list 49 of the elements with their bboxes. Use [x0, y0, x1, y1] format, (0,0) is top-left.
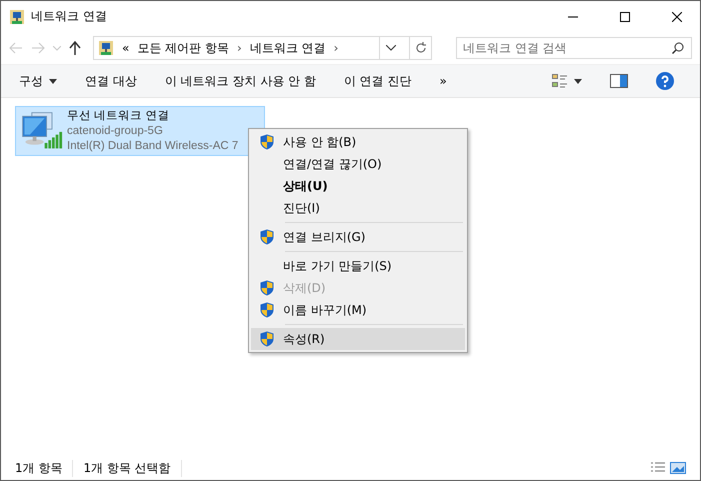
command-button[interactable]: 연결 대상	[75, 68, 147, 94]
command-button[interactable]: 이 연결 진단	[334, 68, 422, 94]
menu-item[interactable]: 바로 가기 만들기(S)	[251, 255, 465, 277]
menu-item[interactable]: 진단(I)	[251, 197, 465, 219]
menu-item[interactable]: 이름 바꾸기(M)	[251, 299, 465, 321]
caret-icon	[49, 78, 57, 84]
close-icon	[672, 12, 682, 22]
shield-icon	[260, 280, 274, 296]
menu-item[interactable]: 연결 브리지(G)	[251, 226, 465, 248]
details-view-icon	[650, 462, 666, 474]
breadcrumb-separator[interactable]: ›	[334, 41, 338, 55]
preview-pane-icon	[610, 74, 628, 88]
address-bar[interactable]: « 모든 제어판 항목 › 네트워크 연결 ›	[93, 36, 432, 60]
maximize-icon	[620, 12, 630, 22]
shield-icon	[260, 134, 274, 150]
shield-icon	[260, 229, 274, 245]
shield-icon	[260, 302, 274, 318]
large-icons-view-button[interactable]	[670, 462, 686, 474]
menu-item[interactable]: 연결/연결 끊기(O)	[251, 153, 465, 175]
refresh-icon	[414, 42, 426, 54]
shield-icon	[260, 331, 274, 347]
command-button[interactable]: 이 네트워크 장치 사용 안 함	[154, 68, 326, 94]
breadcrumb[interactable]: 모든 제어판 항목	[137, 40, 229, 56]
large-icons-view-icon	[670, 462, 686, 474]
status-text: 1개 항목 선택함	[83, 460, 182, 476]
breadcrumb-separator[interactable]: ›	[236, 41, 242, 55]
command-button[interactable]: 구성	[9, 68, 67, 94]
breadcrumb[interactable]: 네트워크 연결	[250, 40, 326, 56]
more-commands-button[interactable]: »	[430, 68, 457, 94]
view-list-icon	[552, 74, 568, 88]
address-overflow[interactable]: «	[122, 41, 130, 55]
up-button[interactable]	[69, 41, 81, 55]
connection-name: 무선 네트워크 연결	[67, 109, 170, 124]
network-icon	[9, 8, 25, 24]
chevron-down-icon	[386, 45, 396, 51]
connection-ssid: catenoid-group-5G	[67, 124, 164, 139]
network-icon	[98, 40, 114, 56]
caret-icon	[574, 78, 582, 84]
search-field[interactable]: 네트워크 연결 검색	[456, 37, 692, 59]
search-icon	[672, 42, 684, 54]
minimize-icon	[568, 16, 578, 18]
details-view-button[interactable]	[650, 462, 666, 474]
status-text: 1개 항목	[15, 460, 74, 476]
window-title: 네트워크 연결	[31, 8, 108, 25]
menu-item[interactable]: 속성(R)	[251, 328, 465, 350]
connection-adapter: Intel(R) Dual Band Wireless-AC 7	[67, 139, 238, 154]
help-icon	[656, 72, 674, 90]
menu-item[interactable]: 상태(U)	[251, 175, 465, 197]
connection-item[interactable]: 무선 네트워크 연결 catenoid-group-5G Intel(R) Dual Band Wireless-AC 7	[15, 106, 265, 156]
